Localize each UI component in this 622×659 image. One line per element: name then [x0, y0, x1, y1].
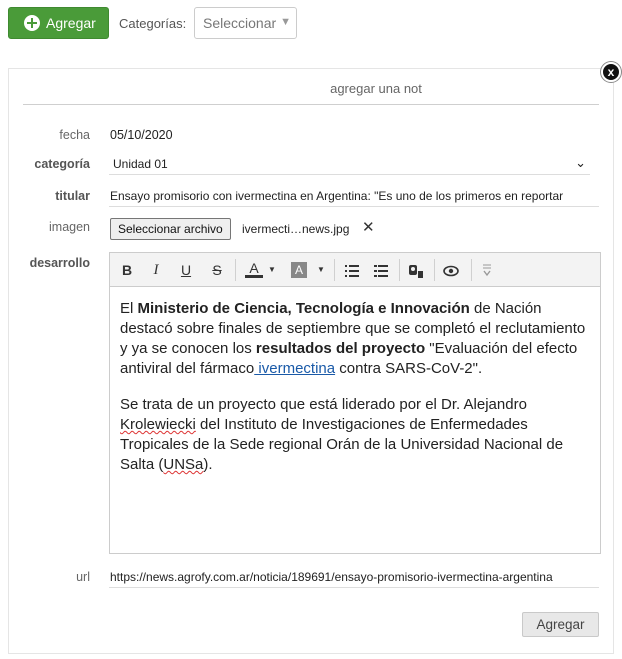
dropdown-arrow-icon: ▼: [280, 16, 291, 28]
file-name: ivermecti…news.jpg: [242, 222, 350, 236]
add-button-label: Agregar: [46, 15, 96, 31]
close-icon[interactable]: x: [601, 62, 621, 82]
italic-button[interactable]: I: [147, 260, 165, 280]
desarrollo-label: desarrollo: [29, 256, 90, 270]
categoria-select-value: Unidad 01: [113, 157, 168, 171]
toolbar-divider: [399, 259, 400, 281]
categories-label: Categorías:: [119, 16, 187, 31]
remove-file-icon[interactable]: ✕: [362, 218, 375, 236]
choose-file-button[interactable]: Seleccionar archivo: [110, 218, 231, 240]
background-color-caret-icon[interactable]: ▼: [317, 260, 325, 280]
url-label: url: [76, 570, 90, 584]
insert-media-icon[interactable]: [407, 260, 425, 280]
underline-button[interactable]: U: [177, 260, 195, 280]
rich-text-editor: B I U S A ▼ A ▼ El Ministerio de Ciencia…: [109, 252, 601, 554]
content-paragraph: Se trata de un proyecto que está liderad…: [120, 396, 564, 473]
submit-add-button[interactable]: Agregar: [522, 612, 599, 637]
titular-input[interactable]: Ensayo promisorio con ivermectina en Arg…: [109, 185, 599, 207]
toolbar-divider: [235, 259, 236, 281]
strikethrough-button[interactable]: S: [208, 260, 226, 280]
font-color-caret-icon[interactable]: ▼: [268, 260, 276, 280]
bullet-list-icon[interactable]: [343, 260, 361, 280]
categories-select[interactable]: Seleccionar ▼: [194, 7, 297, 39]
fecha-label: fecha: [59, 128, 90, 142]
bold-button[interactable]: B: [118, 260, 136, 280]
titular-label: titular: [55, 189, 90, 203]
add-button[interactable]: Agregar: [8, 7, 109, 39]
toolbar-divider: [471, 259, 472, 281]
chevron-down-icon: ⌄: [575, 155, 586, 170]
top-bar: Agregar Categorías: Seleccionar ▼: [8, 7, 614, 39]
toolbar-divider: [334, 259, 335, 281]
editor-toolbar: B I U S A ▼ A ▼: [110, 253, 600, 287]
categories-select-value: Seleccionar: [203, 15, 277, 31]
imagen-label: imagen: [49, 220, 90, 234]
numbered-list-icon[interactable]: [372, 260, 390, 280]
expand-toolbar-icon[interactable]: [478, 260, 496, 280]
add-news-panel: agregar una not fecha 05/10/2020 categor…: [8, 68, 614, 654]
fecha-value: 05/10/2020: [110, 128, 173, 142]
categoria-label: categoría: [34, 157, 90, 171]
editor-content[interactable]: El Ministerio de Ciencia, Tecnología e I…: [110, 287, 600, 475]
categoria-select[interactable]: Unidad 01 ⌄: [109, 153, 590, 175]
plus-circle-icon: [24, 15, 40, 31]
eye-icon[interactable]: [442, 260, 460, 280]
toolbar-divider: [434, 259, 435, 281]
ivermectina-link[interactable]: ivermectina: [254, 360, 335, 377]
content-paragraph: El Ministerio de Ciencia, Tecnología e I…: [120, 300, 586, 377]
font-color-button[interactable]: A: [245, 260, 263, 278]
url-input[interactable]: https://news.agrofy.com.ar/noticia/18969…: [109, 566, 599, 588]
panel-title: agregar una not: [23, 81, 599, 105]
background-color-button[interactable]: A: [291, 262, 307, 278]
